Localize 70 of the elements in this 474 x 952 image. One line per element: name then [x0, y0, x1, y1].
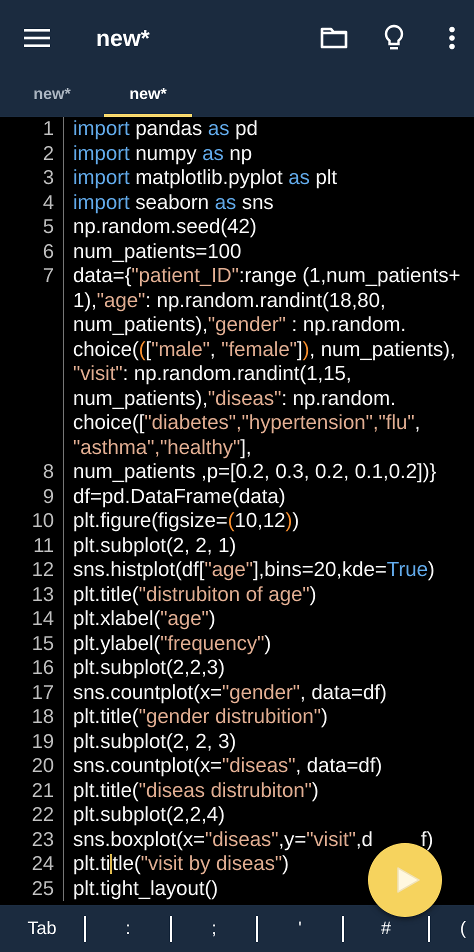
line-number: 3 — [0, 166, 64, 190]
line-number: 18 — [0, 705, 64, 730]
folder-icon[interactable] — [320, 27, 348, 49]
code-line: choice((["male", "female"]), num_patients), — [72, 338, 456, 362]
line-number: 22 — [0, 803, 64, 828]
code-line: sns.histplot(df["age"],bins=20,kde=True) — [72, 558, 435, 582]
line-number: 23 — [0, 828, 64, 852]
line-number: 6 — [0, 240, 64, 264]
code-line: import matplotlib.pyplot as plt — [72, 166, 338, 190]
line-number: 17 — [0, 680, 64, 705]
key-button[interactable]: Tab — [23, 916, 61, 941]
line-number: 2 — [0, 142, 64, 166]
line-number: 24 — [0, 852, 64, 876]
line-number: 13 — [0, 582, 64, 607]
code-line: plt.title("gender distrubition") — [72, 705, 328, 730]
line-number: 4 — [0, 190, 64, 215]
key-button[interactable]: ; — [207, 916, 220, 941]
line-number: 25 — [0, 876, 64, 901]
key-button[interactable]: ' — [294, 916, 306, 941]
code-line: sns.countplot(x="diseas", data=df) — [72, 754, 382, 778]
code-line: plt.tight_layout() — [72, 876, 218, 901]
line-number: 14 — [0, 607, 64, 632]
line-number: 11 — [0, 534, 64, 558]
line-number: 21 — [0, 778, 64, 803]
line-number: 7 — [0, 264, 64, 288]
code-line: sns.countplot(x="gender", data=df) — [72, 680, 387, 705]
code-line: plt.figure(figsize=(10,12)) — [72, 509, 300, 534]
code-line: import seaborn as sns — [72, 190, 274, 215]
line-number: 5 — [0, 215, 64, 240]
code-line: "visit": np.random.randint(1,15, — [72, 362, 352, 386]
code-line: plt.subplot(2,2,3) — [72, 656, 225, 680]
document-title: new* — [96, 24, 150, 52]
menu-icon[interactable] — [24, 28, 50, 48]
line-number: 16 — [0, 656, 64, 680]
code-line: num_patients),"gender" : np.random. — [72, 313, 406, 338]
code-line: num_patients),"diseas": np.random. — [72, 386, 396, 411]
code-line: import pandas as pd — [72, 117, 258, 142]
code-line: plt.subplot(2, 2, 1) — [72, 534, 236, 558]
more-icon[interactable] — [448, 26, 456, 50]
code-line: choice(["diabetes","hypertension","flu", — [72, 411, 420, 436]
play-icon — [395, 866, 421, 894]
code-line: plt.title("diseas distrubiton") — [72, 778, 319, 803]
code-line: plt.xlabel("age") — [72, 607, 216, 632]
code-line: 1),"age": np.random.randint(18,80, — [72, 288, 386, 313]
code-line: sns.boxplot(x="diseas",y="visit",d f) — [72, 828, 434, 852]
line-number: 10 — [0, 509, 64, 534]
key-button[interactable]: ( — [456, 916, 470, 941]
code-line: plt.subplot(2, 2, 3) — [72, 730, 236, 754]
code-line: plt.subplot(2,2,4) — [72, 803, 225, 828]
code-line: plt.title("visit by diseas") — [72, 852, 289, 876]
code-line: data={"patient_ID":range (1,num_patients+ — [72, 264, 460, 288]
file-tab[interactable]: new* — [8, 76, 96, 117]
line-number: 8 — [0, 460, 64, 484]
line-number: 19 — [0, 730, 64, 754]
code-line: plt.ylabel("frequency") — [72, 632, 272, 656]
line-number: 9 — [0, 484, 64, 509]
code-line: "asthma","healthy"], — [72, 436, 252, 460]
code-line: num_patients ,p=[0.2, 0.3, 0.2, 0.1,0.2])} — [72, 460, 436, 484]
line-number: 20 — [0, 754, 64, 778]
line-number: 12 — [0, 558, 64, 582]
code-line: plt.title("distrubiton of age") — [72, 582, 316, 607]
code-line: df=pd.DataFrame(data) — [72, 484, 286, 509]
lightbulb-icon[interactable] — [384, 24, 404, 52]
key-button[interactable]: # — [376, 916, 395, 941]
line-number: 1 — [0, 117, 64, 142]
code-line: num_patients=100 — [72, 240, 242, 264]
code-line: np.random.seed(42) — [72, 215, 257, 240]
line-number: 15 — [0, 632, 64, 656]
code-line: import numpy as np — [72, 142, 252, 166]
key-button[interactable]: : — [121, 916, 134, 941]
